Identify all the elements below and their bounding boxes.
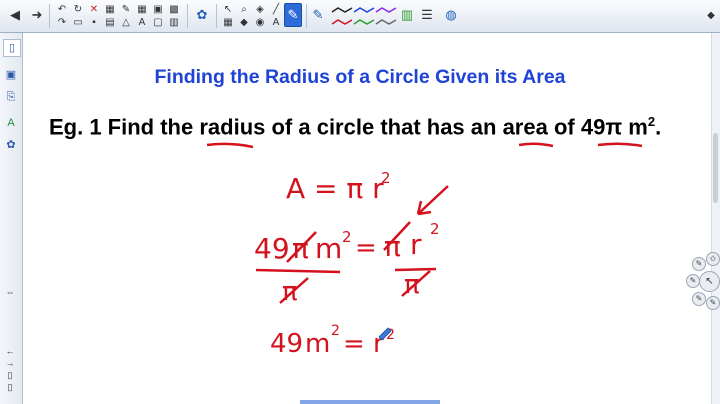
float-star-icon[interactable]: ✩ [706,252,720,266]
float-pen-icon[interactable]: ✎ [692,257,706,271]
ink-line2-exp: 2 [342,228,352,246]
ink-denominator-left: π [282,277,298,307]
ink-line2-m: m [315,232,342,265]
ink-line3-49: 49 [270,329,303,359]
ink-line3-m: m [305,329,330,359]
underline-radius [206,142,254,149]
underline-area [518,142,554,148]
ink-line3-eq: = r [343,329,384,359]
ink-line2-right-exp: 2 [430,220,440,238]
float-select-icon[interactable]: ↖ [699,271,720,292]
underline-49pi [597,142,643,148]
ink-line2-eq: = [355,233,377,263]
handwriting-layer: A = π r 2 49 π m 2 = π r 2 π π 49 m 2 = … [206,142,643,359]
ink-line2-49: 49 [254,232,290,265]
ink-line1-exp: 2 [381,169,391,187]
float-eraser-icon[interactable]: ✎ [692,292,706,306]
ink-line2-right-r: r [410,228,422,261]
bottom-bar [300,400,440,404]
ink-division-left [255,268,341,274]
float-pen2-icon[interactable]: ✎ [686,274,700,288]
ink-denominator-right: π [404,270,420,300]
float-highlighter-icon[interactable]: ✎ [706,296,720,310]
ink-arrow [416,185,449,216]
ink-line1: A = π r [286,172,384,205]
ink-line3-exp: 2 [331,323,340,339]
